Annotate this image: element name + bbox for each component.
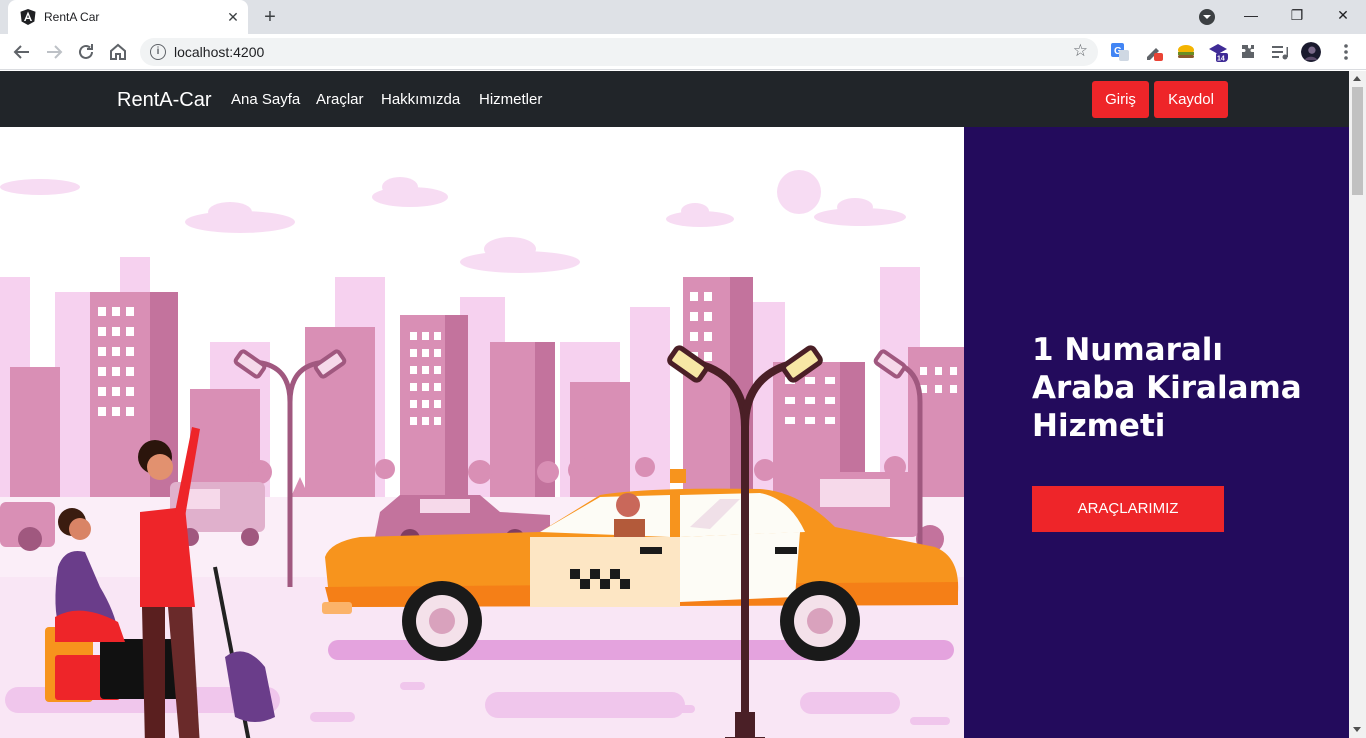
tab-close-icon[interactable]: ✕ xyxy=(224,8,242,26)
site-brand[interactable]: RentA-Car xyxy=(117,89,211,112)
nav-link-about[interactable]: Hakkımızda xyxy=(381,91,460,108)
tab-search-icon[interactable] xyxy=(1199,9,1215,25)
tab-title: RentA Car xyxy=(44,10,100,24)
minimize-button[interactable]: — xyxy=(1228,0,1274,32)
site-navbar: RentA-Car Ana Sayfa Araçlar Hakkımızda H… xyxy=(0,71,1349,127)
login-button[interactable]: Giriş xyxy=(1092,81,1149,118)
browser-tab[interactable]: RentA Car ✕ xyxy=(8,0,248,34)
back-icon[interactable] xyxy=(10,40,34,64)
home-icon[interactable] xyxy=(106,40,130,64)
scroll-down-icon[interactable] xyxy=(1353,727,1361,732)
graduation-extension-icon[interactable]: 14 xyxy=(1208,42,1228,62)
browser-tab-bar: RentA Car ✕ + — ❐ ✕ xyxy=(0,0,1366,34)
reload-icon[interactable] xyxy=(74,40,98,64)
signup-button[interactable]: Kaydol xyxy=(1154,81,1228,118)
extensions-icon[interactable] xyxy=(1238,42,1258,62)
menu-icon[interactable] xyxy=(1336,42,1356,62)
page-viewport: RentA-Car Ana Sayfa Araçlar Hakkımızda H… xyxy=(0,71,1366,738)
hero-illustration xyxy=(0,127,964,738)
new-tab-button[interactable]: + xyxy=(258,6,282,28)
avatar[interactable] xyxy=(1301,42,1321,62)
close-window-button[interactable]: ✕ xyxy=(1320,0,1366,32)
scroll-up-icon[interactable] xyxy=(1353,76,1361,81)
info-icon[interactable]: i xyxy=(150,44,166,60)
pen-extension-icon[interactable] xyxy=(1144,42,1164,62)
burger-extension-icon[interactable] xyxy=(1176,42,1196,62)
taxi-city-illustration xyxy=(0,170,964,738)
page-scrollbar[interactable] xyxy=(1349,71,1366,738)
forward-icon[interactable] xyxy=(42,40,66,64)
nav-link-services[interactable]: Hizmetler xyxy=(479,91,542,108)
hero-title: 1 Numaralı Araba Kiralama Hizmeti xyxy=(1032,332,1302,444)
scrollbar-thumb[interactable] xyxy=(1352,87,1363,195)
restore-button[interactable]: ❐ xyxy=(1274,0,1320,32)
browser-toolbar: i localhost:4200 ☆ G 14 xyxy=(0,34,1366,70)
our-cars-button[interactable]: ARAÇLARIMIZ xyxy=(1032,486,1224,532)
star-icon[interactable]: ☆ xyxy=(1073,41,1088,61)
address-bar[interactable]: i localhost:4200 ☆ xyxy=(140,38,1098,66)
hero-panel: 1 Numaralı Araba Kiralama Hizmeti ARAÇLA… xyxy=(964,127,1349,738)
angular-logo-icon xyxy=(20,9,36,25)
media-icon[interactable] xyxy=(1270,42,1290,62)
translate-icon[interactable]: G xyxy=(1110,42,1130,62)
nav-link-home[interactable]: Ana Sayfa xyxy=(231,91,300,108)
url-text[interactable]: localhost:4200 xyxy=(174,44,264,60)
extension-badge: 14 xyxy=(1217,56,1225,63)
nav-link-cars[interactable]: Araçlar xyxy=(316,91,364,108)
